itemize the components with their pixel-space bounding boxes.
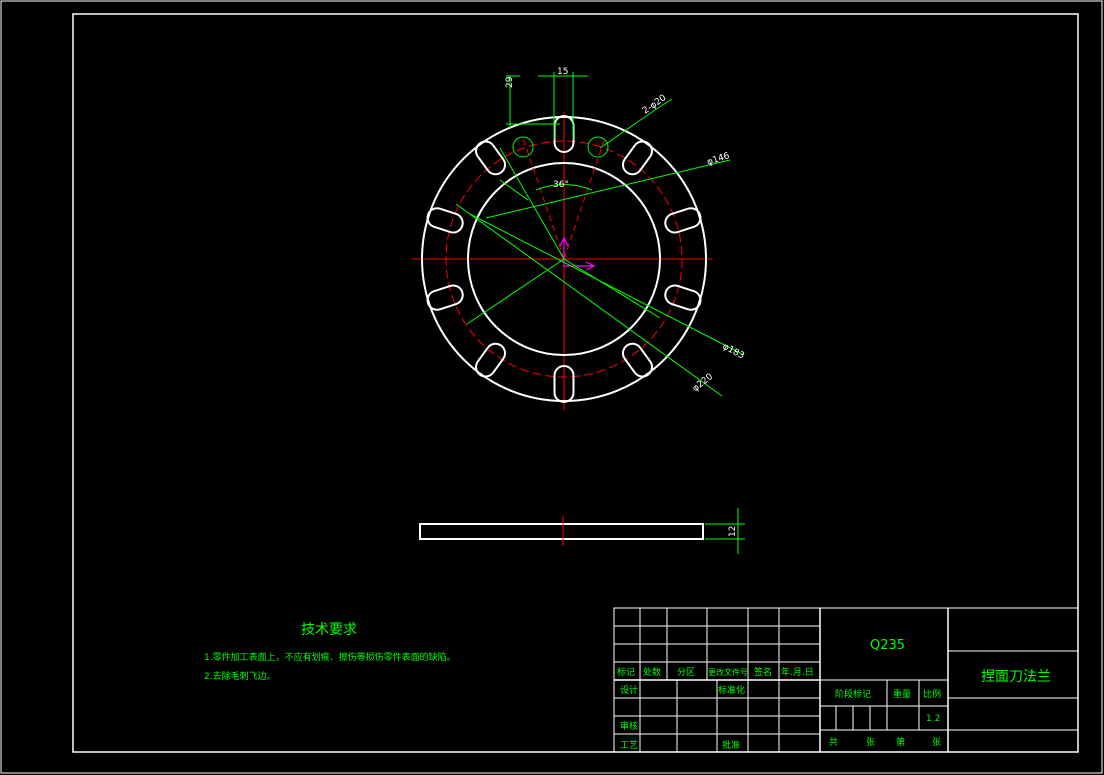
slot-hole [621,342,653,378]
dim-angle: 36° [553,180,569,190]
label-scale: 比例 [923,688,941,700]
slot-hole [426,284,464,311]
sheet-unit2-label: 张 [932,737,941,748]
slot-hole [426,207,464,234]
label-design: 设计 [620,684,638,696]
label-stage-mark: 阶段标记 [835,688,871,700]
scale-value: 1 2 [926,714,940,724]
material: Q235 [870,638,905,653]
dim-slot-width: 15 [557,67,568,77]
hole-marker [512,136,534,158]
label-weight: 重量 [893,688,911,700]
rev-header-zone: 分区 [677,667,695,678]
part-name: 捏面刀法兰 [981,669,1051,685]
rev-header-count: 处数 [643,666,661,678]
note-item-1: 1.零件加工表面上，不应有划痕、擦伤等损伤零件表面的缺陷。 [204,651,456,663]
label-standardize: 标准化 [718,684,745,696]
note-item-2: 2.去除毛刺飞边。 [204,670,276,682]
label-approve: 批准 [722,739,740,751]
flange-side-view: 12 [419,508,745,554]
notes-title: 技术要求 [301,622,357,638]
hole-marker [587,136,609,158]
drawing-canvas: 15 29 2-φ20 36° φ146 φ183 φ220 12 技术要求 1… [0,0,1103,774]
label-process: 工艺 [620,740,638,751]
rev-header-date: 年.月.日 [781,666,814,678]
sheet-no-label: 第 [896,736,905,748]
slot-hole [475,140,507,176]
slot-hole [621,140,653,176]
slot-hole [664,284,702,311]
sheet-unit-label: 张 [866,737,875,748]
sheet-total-label: 共 [829,737,838,748]
side-view-outline [419,523,704,540]
dim-inner-diameter: φ146 [706,151,731,168]
slot-hole [664,207,702,234]
dim-hole-callout: 2-φ20 [641,93,669,116]
rev-header-mark: 标记 [617,666,635,678]
rev-header-doc: 更改文件号 [708,667,748,677]
dim-outer-diameter: φ220 [691,372,716,394]
sheet-inner-border [72,13,1079,753]
label-check: 审核 [620,720,638,732]
dim-thickness: 12 [728,526,738,537]
dim-slot-offset: 29 [505,76,515,88]
flange-top-view: 15 29 2-φ20 36° φ146 φ183 φ220 [412,67,746,410]
ucs-axis-icon [559,236,596,271]
dim-pitch-diameter: φ183 [721,342,746,362]
technical-notes: 技术要求 1.零件加工表面上，不应有划痕、擦伤等损伤零件表面的缺陷。 2.去除毛… [204,622,456,682]
slot-hole [475,342,507,378]
rev-header-sign: 签名 [754,666,772,678]
